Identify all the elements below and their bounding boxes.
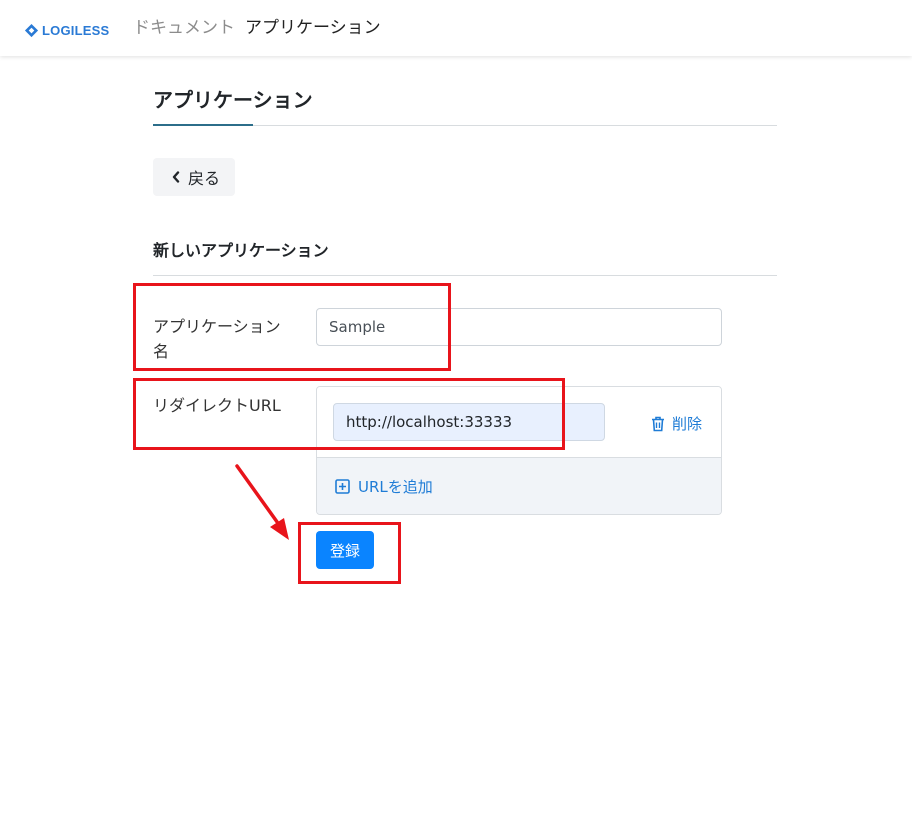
- back-button[interactable]: 戻る: [153, 158, 235, 196]
- application-name-input[interactable]: [316, 308, 722, 346]
- add-url-label: URLを追加: [358, 478, 433, 496]
- page-title: アプリケーション: [153, 88, 313, 112]
- brand-logo[interactable]: LOGILESS: [24, 20, 109, 40]
- nav-link-documents[interactable]: ドキュメント: [133, 17, 235, 39]
- add-url-button[interactable]: URLを追加: [335, 476, 433, 497]
- title-accent-underline: [153, 124, 253, 126]
- redirect-url-panel: 削除 URLを追加: [316, 386, 722, 515]
- add-url-row: URLを追加: [317, 458, 721, 514]
- trash-icon: [652, 416, 664, 431]
- plus-square-icon: [335, 479, 350, 494]
- register-button[interactable]: 登録: [316, 531, 374, 569]
- redirect-url-row: 削除: [317, 387, 721, 458]
- redirect-url-label: リダイレクトURL: [153, 396, 281, 415]
- redirect-url-input[interactable]: [333, 403, 605, 441]
- back-button-label: 戻る: [188, 169, 221, 188]
- brand-name: LOGILESS: [42, 22, 110, 38]
- delete-url-label: 削除: [672, 415, 703, 433]
- section-divider: [153, 275, 777, 276]
- application-name-label: アプリケーション名: [153, 317, 281, 361]
- logo-diamond-icon: [24, 23, 39, 37]
- nav-link-applications[interactable]: アプリケーション: [245, 17, 381, 39]
- delete-url-button[interactable]: 削除: [651, 413, 702, 434]
- chevron-left-icon: [172, 171, 180, 183]
- top-navbar: LOGILESS ドキュメント アプリケーション: [0, 0, 912, 56]
- section-title: 新しいアプリケーション: [153, 241, 329, 260]
